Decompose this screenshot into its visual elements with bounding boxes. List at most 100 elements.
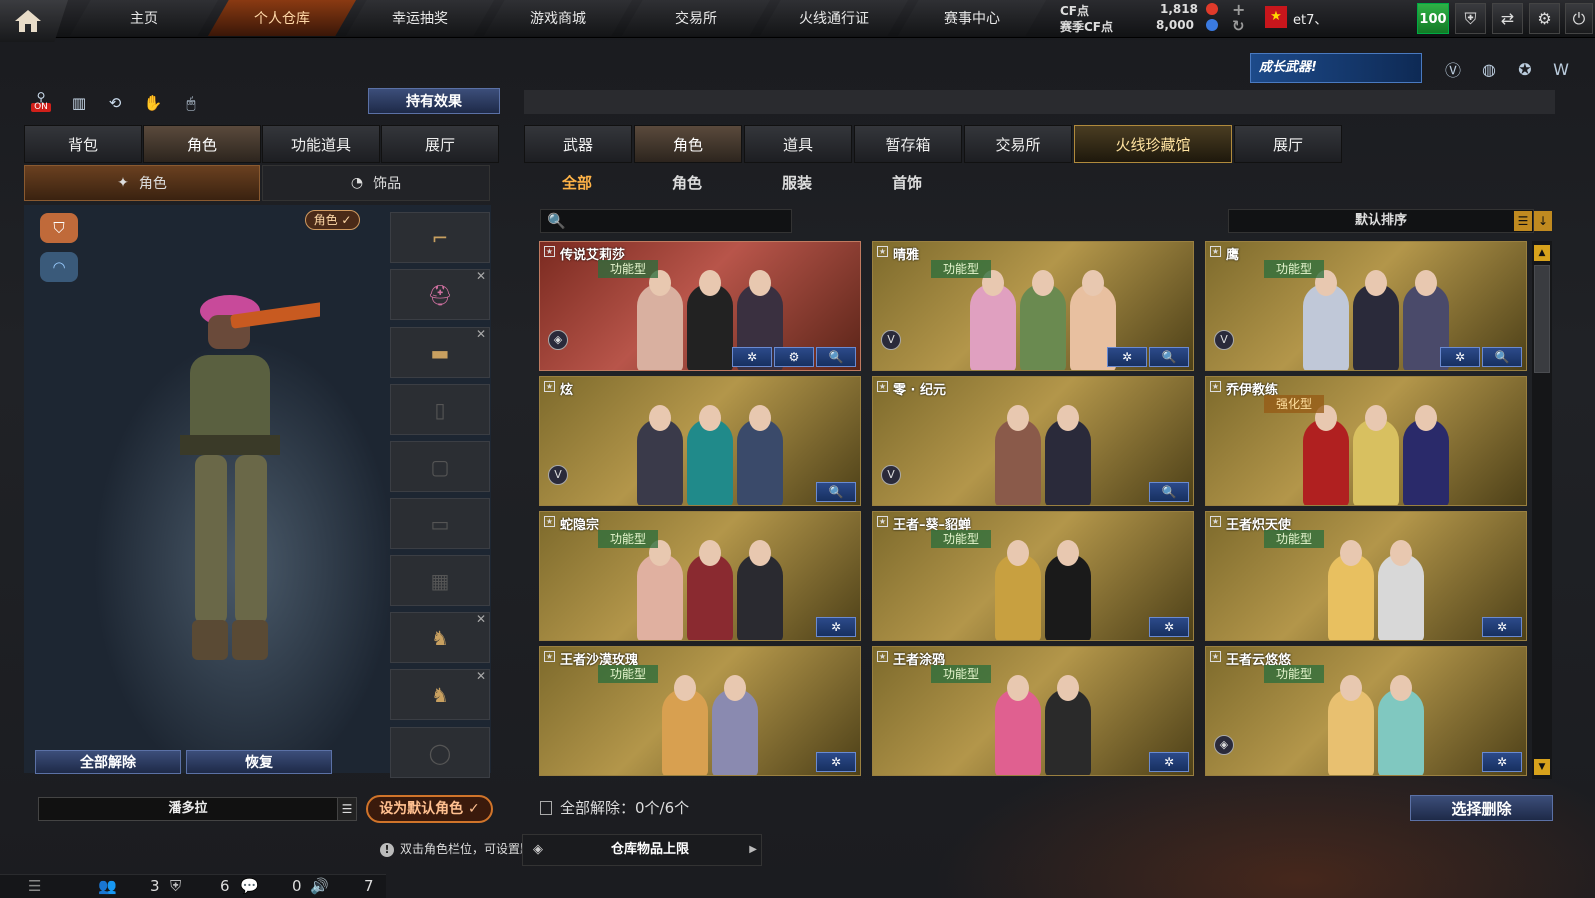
holding-effects-button[interactable]: 持有效果: [368, 88, 500, 114]
equipment-slot[interactable]: ▢: [390, 441, 490, 492]
eagle-icon[interactable]: ⛉: [40, 213, 78, 243]
nav-tab-1[interactable]: 个人仓库: [208, 0, 356, 36]
badge-icon[interactable]: ✪: [1512, 56, 1538, 82]
zoom-icon[interactable]: 🔍: [1149, 347, 1189, 367]
character-card[interactable]: ★ 传说艾莉莎 功能型 ◈ ✲ ⚙ 🔍: [539, 241, 861, 371]
character-card[interactable]: ★ 王者涂鸦 功能型 ✲: [872, 646, 1194, 776]
equipment-slot[interactable]: ⌐: [390, 212, 490, 263]
scroll-thumb[interactable]: [1534, 265, 1550, 373]
chat-icon[interactable]: 💬: [240, 877, 259, 895]
customize-icon[interactable]: ✲: [1482, 617, 1522, 637]
scroll-up-icon[interactable]: ▲: [1534, 245, 1550, 261]
favorite-star-icon[interactable]: ★: [1210, 246, 1221, 257]
auto-equip-toggle[interactable]: ⚲ ON: [28, 88, 54, 114]
equipment-slot[interactable]: ▬ ✕: [390, 327, 490, 378]
mouse-icon[interactable]: 🖱: [178, 90, 204, 116]
gear-icon[interactable]: ⚙: [1529, 3, 1560, 34]
right-tab-1[interactable]: 角色: [634, 125, 742, 163]
customize-icon[interactable]: ✲: [816, 617, 856, 637]
customize-icon[interactable]: ✲: [1149, 617, 1189, 637]
filter-tab-1[interactable]: 角色: [672, 172, 702, 193]
nav-tab-2[interactable]: 幸运抽奖: [346, 0, 494, 36]
character-card[interactable]: ★ 蛇隐宗 功能型 ✲: [539, 511, 861, 641]
customize-icon[interactable]: ✲: [1149, 752, 1189, 772]
mask-icon[interactable]: ◠: [40, 252, 78, 282]
zoom-icon[interactable]: 🔍: [816, 482, 856, 502]
filter-tab-2[interactable]: 服装: [782, 172, 812, 193]
subtab-character[interactable]: ✦ 角色: [24, 165, 260, 201]
nav-tab-6[interactable]: 赛事中心: [898, 0, 1046, 36]
refresh-icon[interactable]: ↻: [1232, 17, 1245, 35]
right-tab-6[interactable]: 展厅: [1234, 125, 1342, 163]
nav-tab-0[interactable]: 主页: [70, 0, 218, 36]
set-default-character-button[interactable]: 设为默认角色 ✓: [366, 795, 493, 823]
friends-icon[interactable]: 👥: [98, 877, 117, 895]
remove-item-icon[interactable]: ✕: [476, 669, 486, 683]
share-icon[interactable]: ⇄: [1492, 3, 1523, 34]
favorite-star-icon[interactable]: ★: [544, 381, 555, 392]
zoom-icon[interactable]: 🔍: [1149, 482, 1189, 502]
character-card[interactable]: ★ 鹰功能型 V ✲ 🔍: [1205, 241, 1527, 371]
zoom-icon[interactable]: 🔍: [816, 347, 856, 367]
favorite-star-icon[interactable]: ★: [877, 381, 888, 392]
character-card[interactable]: ★ 王者沙漠玫瑰 功能型 ✲: [539, 646, 861, 776]
character-card[interactable]: ★ 乔伊教练 强化型: [1205, 376, 1527, 506]
right-tab-3[interactable]: 暂存箱: [854, 125, 962, 163]
favorite-star-icon[interactable]: ★: [544, 516, 555, 527]
storage-limit-panel[interactable]: ◈ 仓库物品上限 ▶: [522, 834, 762, 866]
sort-dropdown[interactable]: 默认排序: [1228, 209, 1534, 233]
search-input[interactable]: 🔍: [540, 209, 792, 233]
remove-item-icon[interactable]: ✕: [476, 612, 486, 626]
list-icon[interactable]: ☰: [337, 797, 357, 821]
nav-tab-4[interactable]: 交易所: [622, 0, 770, 36]
equipment-slot[interactable]: ♞ ✕: [390, 612, 490, 663]
equipment-slot[interactable]: ▦: [390, 555, 490, 606]
right-tab-0[interactable]: 武器: [524, 125, 632, 163]
settings-icon[interactable]: ⚙: [774, 347, 814, 367]
customize-icon[interactable]: ✲: [1107, 347, 1147, 367]
equipment-slot[interactable]: ⛑ ✕: [390, 269, 490, 320]
clan-shield-icon[interactable]: ⛨: [170, 877, 181, 895]
remove-item-icon[interactable]: ✕: [476, 269, 486, 283]
character-card[interactable]: ★ 王者炽天使 功能型 ✲: [1205, 511, 1527, 641]
favorite-star-icon[interactable]: ★: [544, 246, 555, 257]
right-tab-5[interactable]: 火线珍藏馆: [1074, 125, 1232, 163]
equipment-slot[interactable]: ▯: [390, 384, 490, 435]
user-name[interactable]: et7、: [1293, 9, 1327, 28]
vip-v-icon[interactable]: Ⓥ: [1440, 56, 1466, 82]
zoom-icon[interactable]: 🔍: [1482, 347, 1522, 367]
character-card[interactable]: ★ 炫 V 🔍: [539, 376, 861, 506]
nav-tab-5[interactable]: 火线通行证: [760, 0, 908, 36]
left-tab-2[interactable]: 功能道具: [262, 125, 380, 163]
card-scrollbar[interactable]: ▲ ▼: [1532, 241, 1552, 779]
equipment-slot[interactable]: ♞ ✕: [390, 669, 490, 720]
customize-icon[interactable]: ✲: [816, 752, 856, 772]
role-badge[interactable]: 角色 ✓: [305, 210, 360, 230]
globe-icon[interactable]: ◍: [1476, 56, 1502, 82]
equipment-slot[interactable]: ◯: [390, 727, 490, 778]
select-delete-button[interactable]: 选择删除: [1410, 795, 1553, 821]
power-icon[interactable]: ⏻: [1565, 3, 1593, 34]
growth-weapon-banner[interactable]: 成长武器!: [1250, 53, 1422, 83]
left-tab-0[interactable]: 背包: [24, 125, 142, 163]
equipment-slot[interactable]: ▭: [390, 498, 490, 549]
favorite-star-icon[interactable]: ★: [1210, 381, 1221, 392]
right-tab-4[interactable]: 交易所: [964, 125, 1072, 163]
character-card[interactable]: ★ 晴雅 功能型 V ✲ 🔍: [872, 241, 1194, 371]
customize-icon[interactable]: ✲: [732, 347, 772, 367]
w-logo-icon[interactable]: W: [1548, 56, 1574, 82]
release-all-button[interactable]: 全部解除: [35, 750, 181, 774]
favorite-star-icon[interactable]: ★: [877, 516, 888, 527]
speaker-icon[interactable]: 🔊: [310, 877, 329, 895]
sort-list-icon[interactable]: ☰: [1514, 211, 1532, 231]
left-tab-3[interactable]: 展厅: [381, 125, 499, 163]
scroll-down-icon[interactable]: ▼: [1534, 759, 1550, 775]
filter-tab-3[interactable]: 首饰: [892, 172, 922, 193]
customize-icon[interactable]: ✲: [1482, 752, 1522, 772]
remove-item-icon[interactable]: ✕: [476, 327, 486, 341]
subtab-accessory[interactable]: ◔ 饰品: [262, 165, 490, 201]
filter-tab-0[interactable]: 全部: [562, 172, 592, 193]
pose-icon[interactable]: ✋: [140, 90, 166, 116]
character-card[interactable]: ★ 零 · 纪元 V 🔍: [872, 376, 1194, 506]
character-card[interactable]: ★ 王者云悠悠 功能型 ◈ ✲: [1205, 646, 1527, 776]
